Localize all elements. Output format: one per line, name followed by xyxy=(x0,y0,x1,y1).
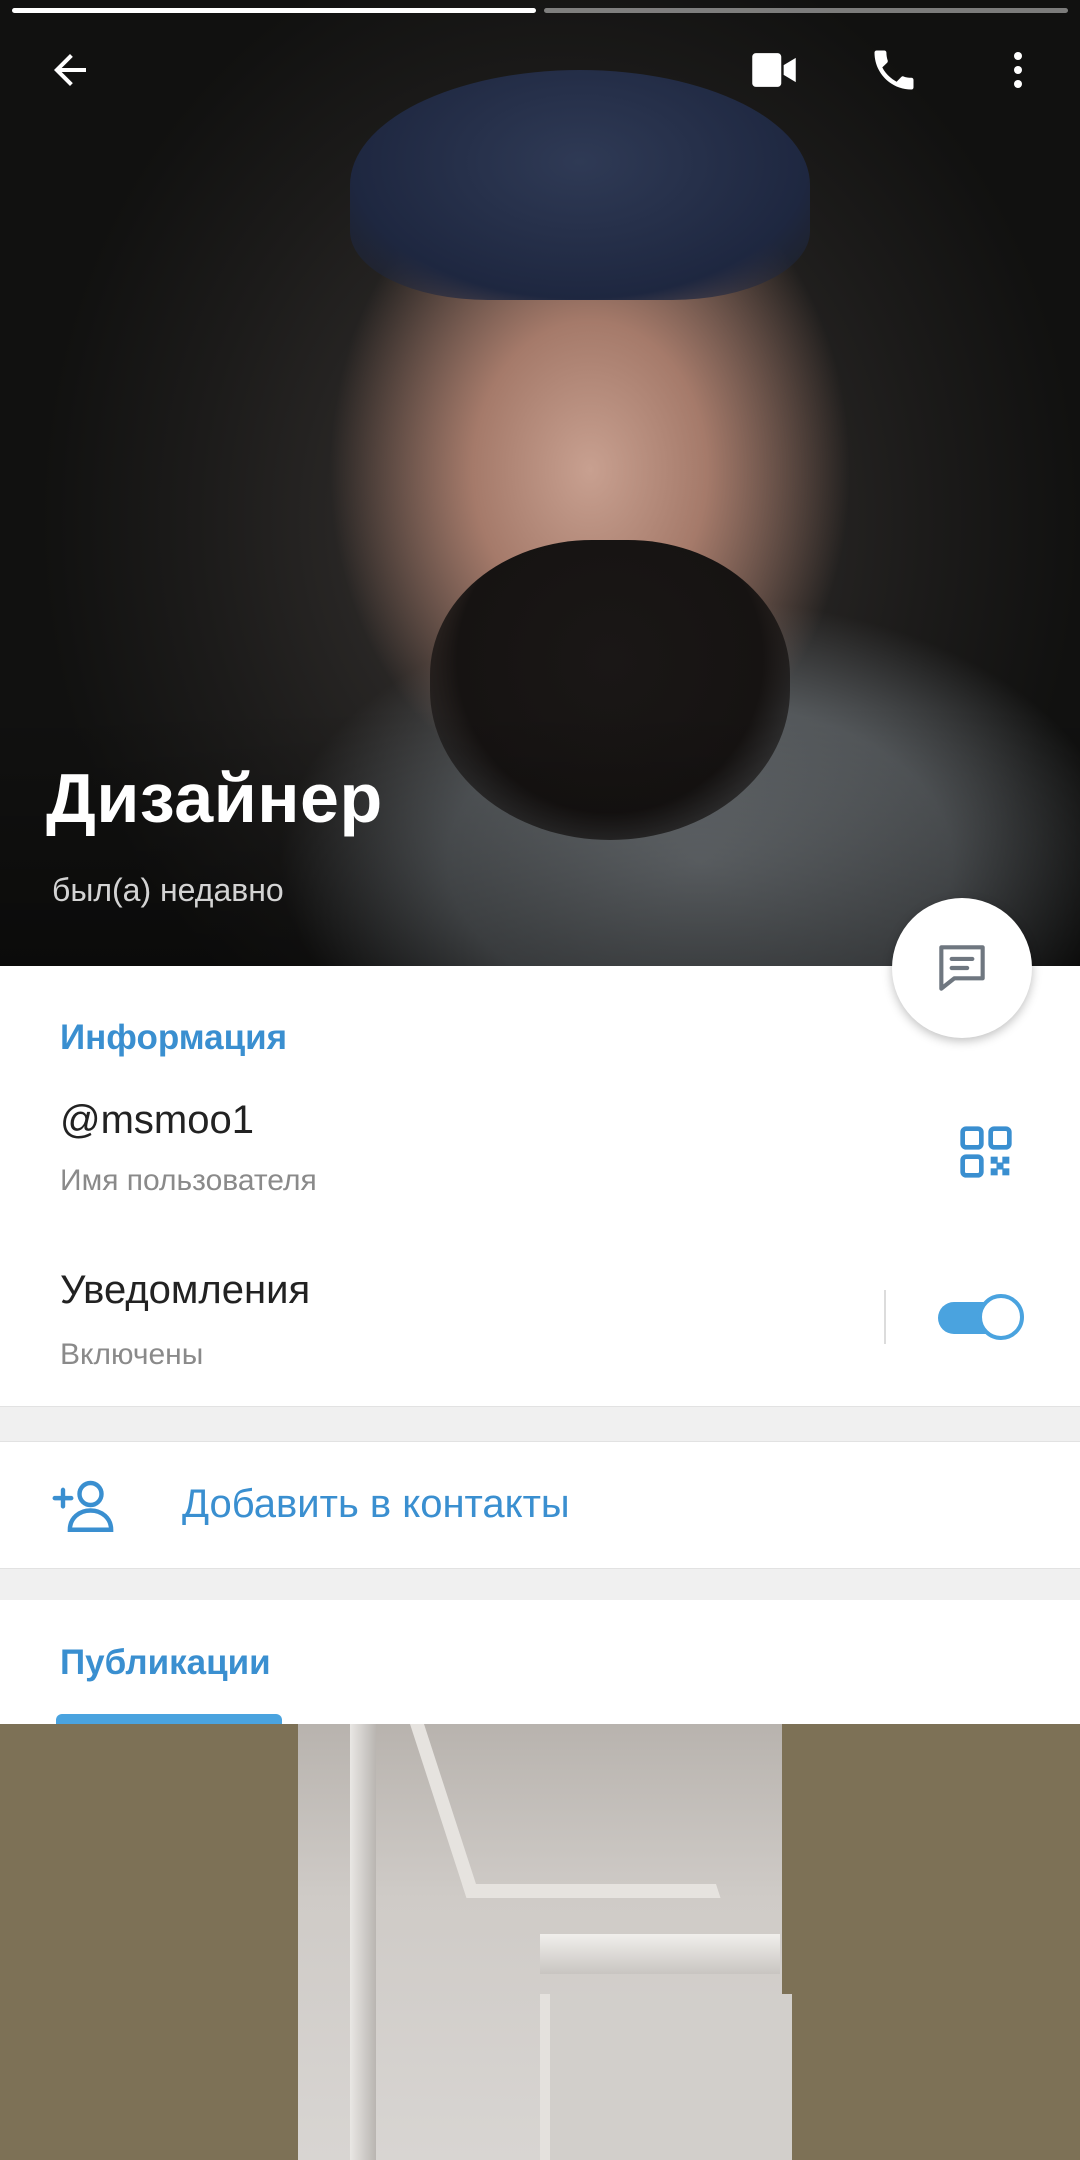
photo-molding xyxy=(350,1724,376,2160)
tab-active-indicator xyxy=(56,1714,282,1724)
add-person-icon xyxy=(52,1480,114,1532)
notifications-title[interactable]: Уведомления xyxy=(60,1268,310,1313)
video-call-button[interactable] xyxy=(742,38,806,102)
info-section-title: Информация xyxy=(60,1018,288,1057)
video-camera-icon xyxy=(752,53,796,87)
add-to-contacts-button[interactable]: Добавить в контакты xyxy=(0,1442,1080,1568)
photo-molding xyxy=(540,1934,780,1974)
photo-cap-shape xyxy=(350,70,810,300)
arrow-back-icon xyxy=(54,54,86,86)
notifications-toggle[interactable] xyxy=(938,1294,1026,1340)
story-progress-1 xyxy=(12,8,536,13)
send-message-button[interactable] xyxy=(892,898,1032,1038)
phone-icon xyxy=(874,50,914,90)
story-progress-2 xyxy=(544,8,1068,13)
add-to-contacts-label: Добавить в контакты xyxy=(182,1482,570,1526)
back-button[interactable] xyxy=(38,38,102,102)
more-vertical-icon xyxy=(1014,52,1022,88)
section-separator xyxy=(0,1406,1080,1442)
chat-bubble-icon xyxy=(939,945,985,991)
profile-name: Дизайнер xyxy=(46,759,383,837)
photo-panel xyxy=(540,1994,792,2160)
publication-media-preview[interactable] xyxy=(0,1724,1080,2160)
section-separator xyxy=(0,1568,1080,1600)
tab-publications[interactable]: Публикации xyxy=(60,1643,271,1683)
notifications-state: Включены xyxy=(60,1338,204,1371)
username-value[interactable]: @msmoo1 xyxy=(60,1098,254,1143)
toggle-knob xyxy=(978,1294,1024,1340)
voice-call-button[interactable] xyxy=(862,38,926,102)
qr-code-icon[interactable] xyxy=(958,1124,1014,1180)
more-options-button[interactable] xyxy=(986,38,1050,102)
profile-status: был(а) недавно xyxy=(52,872,284,908)
username-label: Имя пользователя xyxy=(60,1164,317,1197)
notifications-divider xyxy=(884,1290,886,1344)
